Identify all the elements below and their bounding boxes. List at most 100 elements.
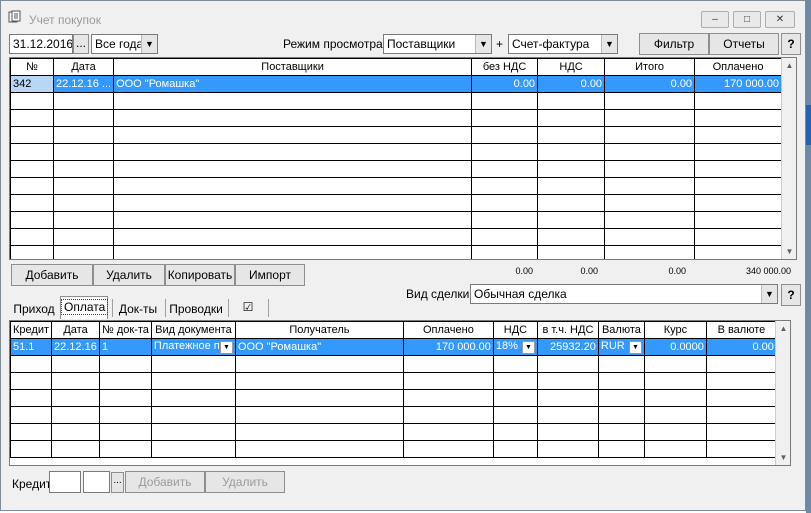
column-header[interactable]: Валюта xyxy=(597,321,645,339)
minimize-button[interactable]: – xyxy=(701,11,729,28)
row-vat-rate[interactable]: 18% ▼ xyxy=(492,338,538,356)
column-header[interactable]: Оплачено xyxy=(402,321,494,339)
payments-table[interactable]: Кредит Дата № док-та Вид документа Получ… xyxy=(9,320,791,466)
table-row[interactable] xyxy=(10,109,783,127)
row-no-vat[interactable]: 0.00 xyxy=(471,75,539,93)
column-header[interactable]: № xyxy=(10,58,54,76)
date-field[interactable]: 31.12.2016 xyxy=(9,34,73,54)
filter-button[interactable]: Фильтр xyxy=(639,33,709,55)
close-button[interactable]: ✕ xyxy=(765,11,795,28)
chevron-down-icon[interactable]: ▼ xyxy=(761,285,777,303)
column-header[interactable]: Поставщики xyxy=(113,58,473,76)
row-paid[interactable]: 170 000.00 xyxy=(694,75,783,93)
row-credit[interactable]: 51.1 xyxy=(10,338,53,356)
column-header[interactable]: в т.ч. НДС xyxy=(536,321,599,339)
column-header[interactable]: НДС xyxy=(492,321,538,339)
row-currency[interactable]: RUR ▼ xyxy=(597,338,645,356)
table-row[interactable]: 342 22.12.16 ... ООО "Ромашка" 0.00 0.00… xyxy=(10,75,783,93)
table-row[interactable] xyxy=(10,389,777,407)
row-doc-number[interactable]: 1 xyxy=(99,338,152,356)
purchases-table[interactable]: № Дата Поставщики без НДС НДС Итого Опла… xyxy=(9,57,797,260)
table-row[interactable] xyxy=(10,194,783,212)
row-recipient[interactable]: ООО "Ромашка" xyxy=(234,338,404,356)
view-mode-select[interactable]: Поставщики ▼ xyxy=(383,34,492,54)
delete-payment-button[interactable]: Удалить xyxy=(205,471,285,493)
column-header[interactable]: Дата xyxy=(51,321,101,339)
reports-button[interactable]: Отчеты xyxy=(709,33,779,55)
deal-type-select[interactable]: Обычная сделка ▼ xyxy=(470,284,778,304)
scroll-up-icon[interactable]: ▲ xyxy=(776,321,790,336)
column-header[interactable]: Курс xyxy=(643,321,707,339)
copy-button[interactable]: Копировать xyxy=(165,264,235,286)
help-button[interactable]: ? xyxy=(781,33,801,55)
tab-income[interactable]: Приход xyxy=(9,299,59,319)
table-row[interactable] xyxy=(10,92,783,110)
tab-documents[interactable]: Док-ты xyxy=(113,299,163,319)
period-select[interactable]: Все года ▼ xyxy=(91,34,158,54)
column-header[interactable]: Дата xyxy=(52,58,115,76)
table-row[interactable] xyxy=(10,160,783,178)
table-row[interactable] xyxy=(10,228,783,246)
chevron-down-icon[interactable]: ▼ xyxy=(521,341,535,354)
chevron-down-icon[interactable]: ▼ xyxy=(601,35,617,53)
row-in-currency[interactable]: 0.00 xyxy=(705,338,777,356)
column-header[interactable]: Вид документа xyxy=(150,321,236,339)
title-bar[interactable]: Учет покупок – □ ✕ xyxy=(1,1,805,31)
chevron-down-icon[interactable]: ▼ xyxy=(141,35,157,53)
chevron-down-icon[interactable]: ▼ xyxy=(628,341,642,354)
delete-button[interactable]: Удалить xyxy=(93,264,165,286)
total-sum: 0.00 xyxy=(668,266,686,276)
table-row[interactable] xyxy=(10,355,777,373)
table-row[interactable] xyxy=(10,177,783,195)
column-header[interactable]: Итого xyxy=(604,58,696,76)
row-date[interactable]: 22.12.16 ... xyxy=(52,75,115,93)
add-button[interactable]: Добавить xyxy=(11,264,93,286)
credit-picker-button[interactable]: ... xyxy=(111,472,124,493)
table-row[interactable] xyxy=(10,406,777,424)
table-row[interactable] xyxy=(10,372,777,390)
maximize-button[interactable]: □ xyxy=(733,11,761,28)
scroll-up-icon[interactable]: ▲ xyxy=(782,58,796,73)
column-header[interactable]: НДС xyxy=(537,58,606,76)
date-picker-button[interactable]: ... xyxy=(73,34,89,54)
row-total[interactable]: 0.00 xyxy=(604,75,696,93)
scroll-down-icon[interactable]: ▼ xyxy=(776,450,790,465)
table-row[interactable] xyxy=(10,423,777,441)
table-row[interactable] xyxy=(10,211,783,229)
row-incl-vat[interactable]: 25932.20 xyxy=(536,338,599,356)
table-row[interactable] xyxy=(10,143,783,161)
tab-postings[interactable]: Проводки xyxy=(166,299,226,319)
deal-help-button[interactable]: ? xyxy=(781,284,801,306)
table-row[interactable] xyxy=(10,126,783,144)
row-paid[interactable]: 170 000.00 xyxy=(402,338,494,356)
row-date[interactable]: 22.12.16 xyxy=(51,338,101,356)
row-rate[interactable]: 0.0000 xyxy=(643,338,707,356)
row-supplier[interactable]: ООО "Ромашка" xyxy=(113,75,473,93)
column-header[interactable]: Кредит xyxy=(10,321,53,339)
row-doc-type[interactable]: Платежное п ▼ xyxy=(150,338,236,356)
purchases-scrollbar[interactable]: ▲ ▼ xyxy=(781,58,796,259)
row-number[interactable]: 342 xyxy=(10,75,54,93)
credit-account-field[interactable] xyxy=(49,471,81,493)
column-header[interactable]: В валюте xyxy=(705,321,777,339)
chevron-down-icon[interactable]: ▼ xyxy=(475,35,491,53)
purchase-accounting-window: Учет покупок – □ ✕ 31.12.2016 ... Все го… xyxy=(0,0,806,511)
doc-type-select[interactable]: Счет-фактура ▼ xyxy=(508,34,618,54)
table-row[interactable]: 51.1 22.12.16 1 Платежное п ▼ ООО "Ромашк… xyxy=(10,338,777,356)
table-row[interactable] xyxy=(10,245,783,259)
column-header[interactable]: Оплачено xyxy=(694,58,783,76)
payments-scrollbar[interactable]: ▲ ▼ xyxy=(775,321,790,465)
add-payment-button[interactable]: Добавить xyxy=(125,471,205,493)
row-vat[interactable]: 0.00 xyxy=(537,75,606,93)
tab-payment[interactable]: Оплата xyxy=(60,296,109,319)
table-row[interactable] xyxy=(10,440,777,458)
import-button[interactable]: Импорт xyxy=(235,264,305,286)
column-header[interactable]: Получатель xyxy=(234,321,404,339)
column-header[interactable]: без НДС xyxy=(471,58,539,76)
column-header[interactable]: № док-та xyxy=(99,321,152,339)
scroll-down-icon[interactable]: ▼ xyxy=(782,244,796,259)
credit-subaccount-field[interactable] xyxy=(83,471,110,493)
tab-divider xyxy=(268,299,269,317)
tab-checkbox[interactable]: ☑ xyxy=(229,297,267,317)
chevron-down-icon[interactable]: ▼ xyxy=(219,341,233,354)
